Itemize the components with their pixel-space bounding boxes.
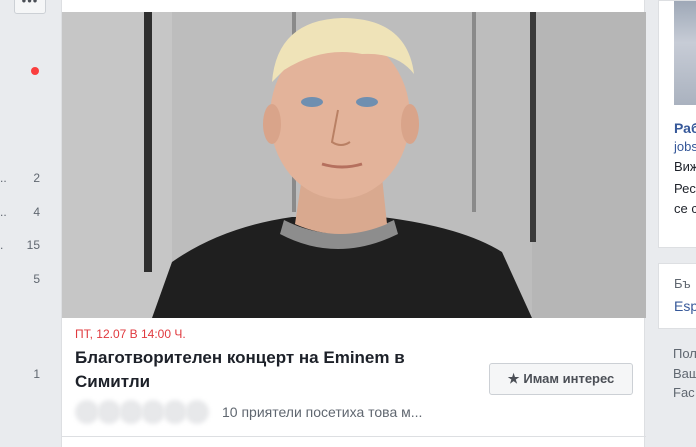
language-current: Бъ [674,276,691,291]
ad-text: Виж [674,159,696,174]
footer-link[interactable]: Пол [673,346,696,361]
footer-link[interactable]: Fac [673,385,695,400]
friend-avatars [75,400,215,424]
friends-attended-text[interactable]: 10 приятели посетиха това м... [222,404,422,420]
avatar [141,400,165,424]
nav-item-count: 1 [33,367,40,381]
nav-item-label: .. [0,205,7,219]
ad-text: Рес [674,181,696,196]
ad-image [674,1,696,105]
event-card: ПТ, 12.07 В 14:00 Ч. Благотворителен кон… [61,0,646,447]
language-card: Бъ Esp [658,263,696,329]
avatar [75,400,99,424]
left-nav: ••• .. 2 .. 4 . 15 5 1 [0,0,50,447]
nav-item-label: . [0,238,4,252]
nav-item-count: 4 [33,205,40,219]
nav-item[interactable]: . 15 [0,238,44,254]
interested-button-label: Имам интерес [523,371,615,386]
friends-attended: 10 приятели посетиха това м... [75,398,505,426]
nav-item-count: 15 [26,238,40,252]
star-icon: ★ [507,371,520,386]
ad-link[interactable]: jobs [674,139,696,154]
event-date: ПТ, 12.07 В 14:00 Ч. [75,327,186,341]
notification-dot [31,67,39,75]
nav-item[interactable]: 1 [0,367,44,383]
nav-item[interactable]: 5 [0,272,44,288]
interested-button[interactable]: ★ Имам интерес [489,363,633,395]
ad-title[interactable]: Раб [674,120,696,136]
card-divider [62,436,646,437]
avatar [97,400,121,424]
avatar [185,400,209,424]
nav-item[interactable]: .. 2 [0,171,44,187]
footer-link[interactable]: Ваш [673,366,696,381]
nav-item-count: 2 [33,171,40,185]
more-options-button[interactable]: ••• [14,0,46,14]
nav-item-label: .. [0,171,7,185]
avatar [119,400,143,424]
event-cover-photo[interactable] [62,12,646,318]
language-link[interactable]: Esp [674,298,696,314]
nav-item-count: 5 [33,272,40,286]
ad-text: се с [674,201,696,216]
ad-card[interactable]: Раб jobs Виж Рес се с [658,0,696,248]
cover-photo-image [62,12,646,318]
nav-item[interactable]: .. 4 [0,205,44,221]
avatar [163,400,187,424]
event-title[interactable]: Благотворителен концерт на Eminem в Сими… [75,346,475,394]
